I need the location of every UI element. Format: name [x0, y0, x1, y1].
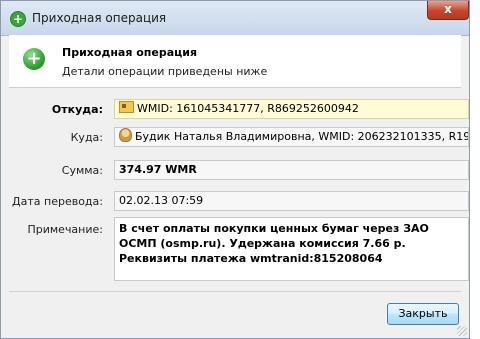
- to-value: Будик Наталья Владимировна, WMID: 206232…: [135, 130, 468, 143]
- resize-grip[interactable]: [457, 326, 467, 336]
- note-field[interactable]: В счет оплаты покупки ценных бумаг через…: [114, 217, 469, 281]
- title-bar[interactable]: + Приходная операция x: [1, 1, 469, 36]
- plus-circle-icon: +: [10, 11, 26, 27]
- separator: [9, 291, 461, 292]
- to-label: Куда:: [70, 131, 103, 144]
- dialog-window: + Приходная операция x + Приходная опера…: [0, 0, 470, 339]
- close-button[interactable]: Закрыть: [387, 303, 459, 325]
- note-label: Примечание:: [27, 223, 103, 236]
- header-title: Приходная операция: [62, 46, 198, 59]
- window-title: Приходная операция: [32, 11, 167, 25]
- dialog-header: + Приходная операция Детали операции при…: [9, 35, 461, 88]
- date-field[interactable]: 02.02.13 07:59: [114, 191, 469, 211]
- user-icon: [119, 128, 132, 142]
- close-window-button[interactable]: x: [427, 1, 469, 20]
- from-label: Откуда:: [51, 103, 103, 116]
- date-label: Дата перевода:: [12, 195, 103, 208]
- from-value: WMID: 161045341777, R869252600942: [137, 102, 359, 115]
- plus-circle-icon: +: [23, 48, 45, 70]
- amount-label: Сумма:: [61, 164, 103, 177]
- amount-field[interactable]: 374.97 WMR: [114, 160, 469, 180]
- from-field[interactable]: WMID: 161045341777, R869252600942: [114, 99, 469, 119]
- wmid-card-icon: [119, 101, 134, 113]
- to-field[interactable]: Будик Наталья Владимировна, WMID: 206232…: [114, 127, 469, 147]
- header-subtitle: Детали операции приведены ниже: [62, 65, 268, 78]
